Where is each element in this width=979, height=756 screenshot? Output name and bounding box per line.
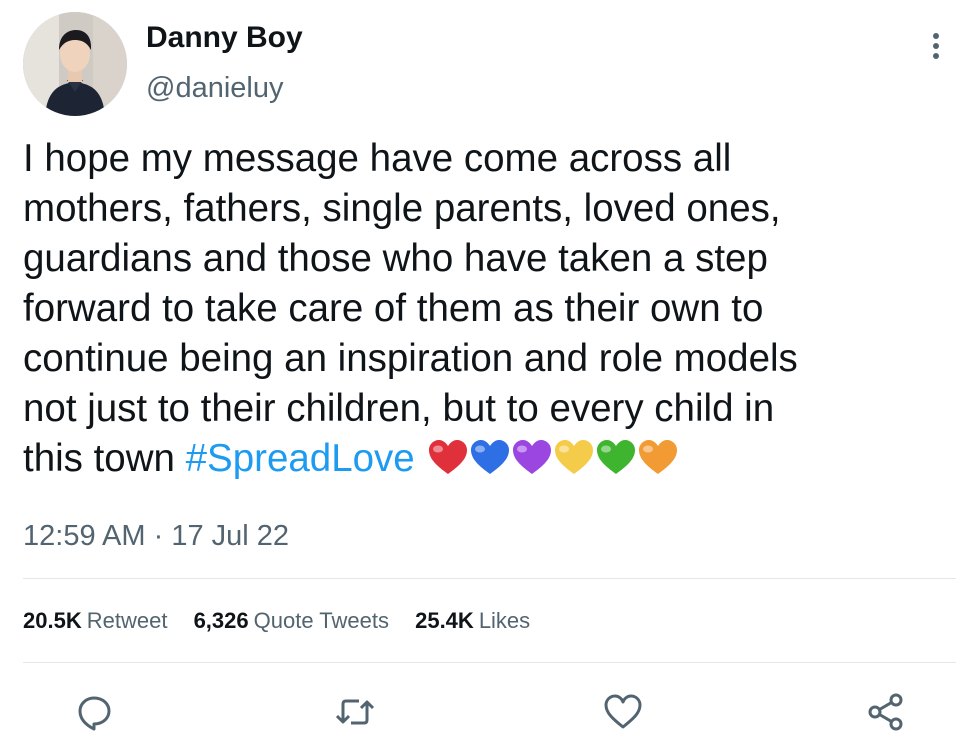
- reply-icon: [78, 696, 111, 731]
- tweet-text-line: I hope my message have come across all: [23, 137, 732, 180]
- handle[interactable]: @danieluy: [146, 70, 283, 106]
- engagement-stats: 20.5K Retweet 6,326 Quote Tweets 25.4K Like…: [23, 607, 550, 635]
- tweet-text-line: continue being an inspiration and role m…: [23, 337, 798, 380]
- display-name[interactable]: Danny Boy: [146, 20, 303, 56]
- tweet-text-last-line: this town #SpreadLove: [23, 434, 963, 490]
- tweet-text-line: forward to take care of them as their ow…: [23, 287, 764, 330]
- heart-emoji-icon: [554, 440, 593, 474]
- divider: [23, 662, 956, 663]
- tweet-timestamp: 12:59 AM · 17 Jul 22: [23, 518, 289, 554]
- quote-count-label: Quote Tweets: [253, 608, 389, 633]
- reply-button[interactable]: [72, 690, 116, 734]
- heart-emoji-icon: [596, 440, 635, 474]
- retweet-count[interactable]: 20.5K Retweet: [23, 607, 167, 635]
- heart-emoji-icon: [428, 440, 467, 474]
- tweet-text-fragment: this town: [23, 437, 186, 480]
- heart-emoji-icon: [638, 440, 677, 474]
- tweet-text-line: guardians and those who have taken a ste…: [23, 237, 768, 280]
- tweet: Danny Boy @danieluy I hope my message ha…: [0, 0, 979, 756]
- share-button[interactable]: [864, 690, 908, 734]
- tweet-text-line: mothers, fathers, single parents, loved …: [23, 187, 781, 230]
- more-options-button[interactable]: [920, 28, 952, 64]
- quote-count-value: 6,326: [193, 608, 249, 633]
- retweet-button[interactable]: [333, 690, 377, 734]
- tweet-time[interactable]: 12:59 AM: [23, 520, 146, 552]
- tweet-text-line: not just to their children, but to every…: [23, 387, 775, 430]
- retweet-icon: [335, 699, 375, 725]
- tweet-date[interactable]: 17 Jul 22: [171, 520, 289, 552]
- quote-tweet-count[interactable]: 6,326 Quote Tweets: [194, 607, 389, 635]
- heart-emoji-icon: [512, 440, 551, 474]
- retweet-count-label: Retweet: [86, 608, 168, 633]
- retweet-count-value: 20.5K: [23, 608, 82, 633]
- tweet-text: I hope my message have come across all m…: [23, 134, 963, 490]
- like-button[interactable]: [601, 690, 645, 734]
- like-count-value: 25.4K: [415, 608, 474, 633]
- heart-icon: [604, 694, 642, 729]
- hashtag-link[interactable]: #SpreadLove: [186, 437, 415, 480]
- like-count-label: Likes: [478, 608, 531, 633]
- heart-emoji-icon: [470, 440, 509, 474]
- heart-emoji-group: [425, 437, 677, 490]
- meta-separator: ·: [145, 520, 172, 552]
- divider: [23, 578, 956, 579]
- share-icon: [868, 693, 903, 731]
- avatar[interactable]: [23, 12, 127, 116]
- like-count[interactable]: 25.4K Likes: [415, 607, 530, 635]
- more-vertical-icon: [933, 33, 939, 59]
